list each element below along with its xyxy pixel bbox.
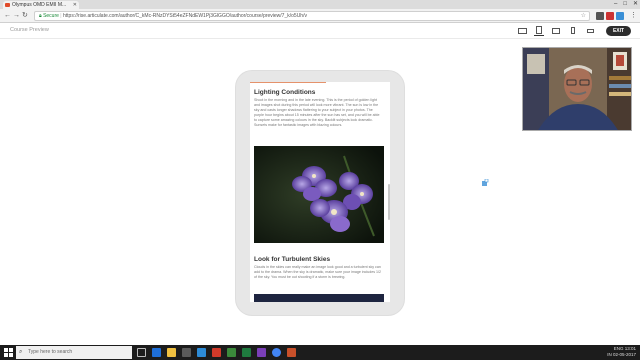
taskbar-search-input[interactable]: ⌕ Type here to search (16, 346, 132, 359)
presenter-webcam (522, 47, 632, 131)
mail-icon[interactable] (197, 348, 206, 357)
window-controls: – □ ✕ (614, 0, 638, 9)
windows-taskbar: ⌕ Type here to search ENG 13:01 IN 02-05… (0, 345, 640, 360)
device-switcher (517, 25, 595, 36)
excel-icon[interactable] (242, 348, 251, 357)
app-purple-icon[interactable] (257, 348, 266, 357)
tablet-frame: Lighting Conditions Shoot in the morning… (236, 71, 404, 315)
browser-tab-strip: Olympus OMD EMII M... ✕ – □ ✕ (0, 0, 640, 9)
task-view-icon[interactable] (137, 348, 146, 357)
tray-region: IN (607, 352, 612, 357)
presenter-video-icon (523, 48, 631, 130)
tray-language[interactable]: ENG (614, 346, 624, 351)
file-explorer-icon[interactable] (167, 348, 176, 357)
tray-date[interactable]: 02-05-2017 (613, 352, 636, 357)
windows-start-icon[interactable] (4, 348, 13, 357)
section-heading-lighting: Lighting Conditions (254, 89, 316, 96)
section-body-lighting: Shoot in the morning and in the late eve… (254, 98, 380, 127)
tray-time[interactable]: 13:01 (625, 346, 636, 351)
page-title: Course Preview (10, 27, 49, 33)
phone-landscape-view-button[interactable] (585, 25, 595, 36)
section-heading-skies: Look for Turbulent Skies (254, 256, 331, 263)
tablet-icon (536, 26, 542, 34)
desktop-icon (517, 27, 527, 34)
browser-tab-title: Olympus OMD EMII M... (12, 2, 67, 8)
chrome-icon[interactable] (272, 348, 281, 357)
tablet-landscape-view-button[interactable] (551, 25, 561, 36)
secure-label: Secure (43, 13, 59, 19)
lock-icon: 🔒︎ (39, 13, 42, 19)
back-icon[interactable]: ← (4, 11, 11, 21)
phone-landscape-icon (586, 28, 594, 33)
progress-accent-line (250, 82, 326, 83)
app-orange-icon[interactable] (287, 348, 296, 357)
system-tray: ENG 13:01 IN 02-05-2017 (607, 346, 636, 358)
forward-icon[interactable]: → (13, 11, 20, 21)
lesson-content[interactable]: Lighting Conditions Shoot in the morning… (250, 82, 390, 302)
browser-toolbar: ← → ↻ 🔒︎ Secure | https://rise.articulat… (0, 9, 640, 23)
tablet-view-button[interactable] (534, 25, 544, 36)
app-red-icon[interactable] (212, 348, 221, 357)
phone-icon (571, 27, 575, 34)
taskbar-search-placeholder: Type here to search (28, 349, 73, 355)
phone-view-button[interactable] (568, 25, 578, 36)
minimize-button[interactable]: – (614, 0, 617, 9)
cursor-icon (482, 179, 489, 186)
orchid-image-icon (254, 146, 384, 243)
address-bar[interactable]: 🔒︎ Secure | https://rise.articulate.com/… (34, 11, 590, 21)
scrollbar-thumb[interactable] (388, 184, 390, 220)
browser-tab[interactable]: Olympus OMD EMII M... ✕ (3, 1, 79, 9)
url-text: https://rise.articulate.com/author/C_kMc… (63, 13, 307, 19)
store-icon[interactable] (182, 348, 191, 357)
reload-icon[interactable]: ↻ (22, 11, 28, 21)
menu-kebab-icon[interactable]: ⋮ (630, 11, 637, 21)
app-green-icon[interactable] (227, 348, 236, 357)
extension-blue-icon[interactable] (616, 12, 624, 20)
section-body-skies: Clouds in the skies can really make an i… (254, 265, 382, 279)
edge-icon[interactable] (152, 348, 161, 357)
exit-button[interactable]: EXIT (606, 26, 631, 36)
extension-red-icon[interactable] (606, 12, 614, 20)
search-icon: ⌕ (19, 349, 23, 355)
close-window-button[interactable]: ✕ (633, 0, 638, 9)
orchid-photo (254, 146, 384, 243)
course-preview-header: Course Preview EXIT (0, 23, 640, 39)
maximize-button[interactable]: □ (623, 0, 627, 9)
articulate-favicon-icon (5, 3, 10, 7)
extension-download-icon[interactable] (596, 12, 604, 20)
sky-photo (254, 294, 384, 302)
bookmark-star-icon[interactable]: ☆ (581, 12, 586, 20)
close-tab-icon[interactable]: ✕ (73, 1, 77, 9)
tablet-landscape-icon (552, 27, 560, 34)
desktop-view-button[interactable] (517, 25, 527, 36)
